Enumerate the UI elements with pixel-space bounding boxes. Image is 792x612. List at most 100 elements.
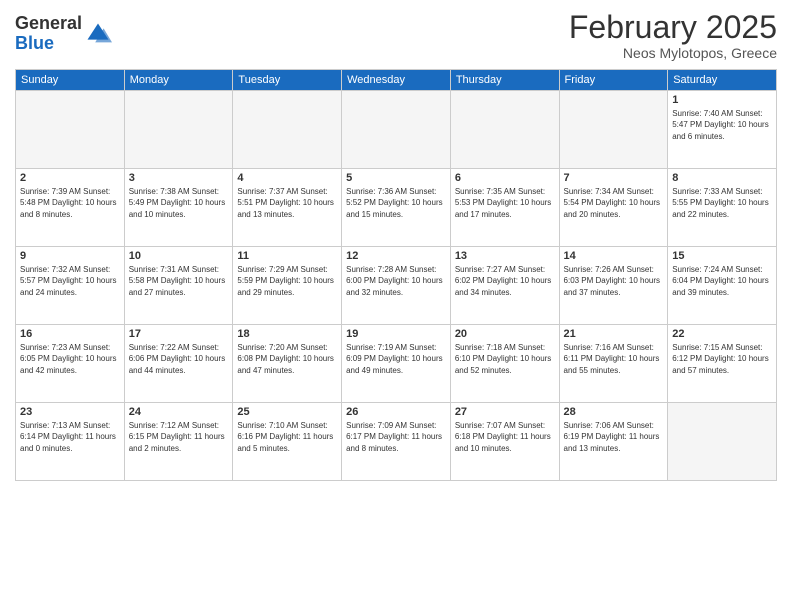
calendar-cell: 12 Sunrise: 7:28 AM Sunset: 6:00 PM Dayli…	[342, 247, 451, 325]
day-info: Sunrise: 7:33 AM Sunset: 5:55 PM Dayligh…	[672, 186, 772, 220]
day-number: 22	[672, 328, 772, 340]
day-number: 1	[672, 94, 772, 106]
day-info: Sunrise: 7:06 AM Sunset: 6:19 PM Dayligh…	[564, 420, 664, 454]
day-info: Sunrise: 7:31 AM Sunset: 5:58 PM Dayligh…	[129, 264, 229, 298]
calendar-cell: 13 Sunrise: 7:27 AM Sunset: 6:02 PM Dayli…	[450, 247, 559, 325]
week-row-3: 9Sunrise: 7:32 AM Sunset: 5:57 PM Daylig…	[16, 247, 777, 325]
calendar-cell: 2 Sunrise: 7:39 AM Sunset: 5:48 PM Daylig…	[16, 169, 125, 247]
month-year: February 2025	[569, 10, 777, 45]
day-number: 24	[129, 406, 229, 418]
logo-icon	[84, 20, 112, 48]
weekday-header-friday: Friday	[559, 70, 668, 91]
calendar-cell: 18 Sunrise: 7:20 AM Sunset: 6:08 PM Dayli…	[233, 325, 342, 403]
day-number: 3	[129, 172, 229, 184]
week-row-5: 23Sunrise: 7:13 AM Sunset: 6:14 PM Dayli…	[16, 403, 777, 481]
logo: General Blue	[15, 14, 112, 54]
title-block: February 2025 Neos Mylotopos, Greece	[569, 10, 777, 61]
weekday-header-sunday: Sunday	[16, 70, 125, 91]
calendar-cell: 21 Sunrise: 7:16 AM Sunset: 6:11 PM Dayli…	[559, 325, 668, 403]
day-info: Sunrise: 7:40 AM Sunset: 5:47 PM Dayligh…	[672, 108, 772, 142]
calendar: SundayMondayTuesdayWednesdayThursdayFrid…	[15, 69, 777, 481]
day-number: 28	[564, 406, 664, 418]
day-number: 27	[455, 406, 555, 418]
day-number: 19	[346, 328, 446, 340]
day-info: Sunrise: 7:07 AM Sunset: 6:18 PM Dayligh…	[455, 420, 555, 454]
calendar-cell: 11 Sunrise: 7:29 AM Sunset: 5:59 PM Dayli…	[233, 247, 342, 325]
week-row-2: 2 Sunrise: 7:39 AM Sunset: 5:48 PM Daylig…	[16, 169, 777, 247]
page-container: General Blue February 2025 Neos Mylotopo…	[0, 0, 792, 612]
calendar-cell: 23Sunrise: 7:13 AM Sunset: 6:14 PM Dayli…	[16, 403, 125, 481]
day-number: 2	[20, 172, 120, 184]
calendar-cell	[342, 91, 451, 169]
day-number: 20	[455, 328, 555, 340]
day-info: Sunrise: 7:28 AM Sunset: 6:00 PM Dayligh…	[346, 264, 446, 298]
day-number: 16	[20, 328, 120, 340]
weekday-header-thursday: Thursday	[450, 70, 559, 91]
weekday-header-row: SundayMondayTuesdayWednesdayThursdayFrid…	[16, 70, 777, 91]
calendar-cell	[450, 91, 559, 169]
day-number: 18	[237, 328, 337, 340]
calendar-cell: 26Sunrise: 7:09 AM Sunset: 6:17 PM Dayli…	[342, 403, 451, 481]
day-info: Sunrise: 7:32 AM Sunset: 5:57 PM Dayligh…	[20, 264, 120, 298]
day-info: Sunrise: 7:18 AM Sunset: 6:10 PM Dayligh…	[455, 342, 555, 376]
day-number: 4	[237, 172, 337, 184]
day-info: Sunrise: 7:35 AM Sunset: 5:53 PM Dayligh…	[455, 186, 555, 220]
day-info: Sunrise: 7:26 AM Sunset: 6:03 PM Dayligh…	[564, 264, 664, 298]
calendar-cell: 5 Sunrise: 7:36 AM Sunset: 5:52 PM Daylig…	[342, 169, 451, 247]
day-number: 5	[346, 172, 446, 184]
calendar-cell: 19 Sunrise: 7:19 AM Sunset: 6:09 PM Dayli…	[342, 325, 451, 403]
calendar-cell: 16 Sunrise: 7:23 AM Sunset: 6:05 PM Dayli…	[16, 325, 125, 403]
logo-general: General	[15, 13, 82, 33]
day-info: Sunrise: 7:22 AM Sunset: 6:06 PM Dayligh…	[129, 342, 229, 376]
day-info: Sunrise: 7:16 AM Sunset: 6:11 PM Dayligh…	[564, 342, 664, 376]
calendar-cell	[16, 91, 125, 169]
day-number: 17	[129, 328, 229, 340]
day-number: 11	[237, 250, 337, 262]
day-info: Sunrise: 7:39 AM Sunset: 5:48 PM Dayligh…	[20, 186, 120, 220]
day-info: Sunrise: 7:37 AM Sunset: 5:51 PM Dayligh…	[237, 186, 337, 220]
day-info: Sunrise: 7:29 AM Sunset: 5:59 PM Dayligh…	[237, 264, 337, 298]
calendar-cell	[233, 91, 342, 169]
calendar-cell	[559, 91, 668, 169]
calendar-cell: 6Sunrise: 7:35 AM Sunset: 5:53 PM Daylig…	[450, 169, 559, 247]
calendar-cell: 4 Sunrise: 7:37 AM Sunset: 5:51 PM Daylig…	[233, 169, 342, 247]
day-number: 26	[346, 406, 446, 418]
calendar-cell: 28 Sunrise: 7:06 AM Sunset: 6:19 PM Dayli…	[559, 403, 668, 481]
day-info: Sunrise: 7:19 AM Sunset: 6:09 PM Dayligh…	[346, 342, 446, 376]
day-number: 12	[346, 250, 446, 262]
calendar-cell: 1 Sunrise: 7:40 AM Sunset: 5:47 PM Daylig…	[668, 91, 777, 169]
day-number: 15	[672, 250, 772, 262]
calendar-cell: 7 Sunrise: 7:34 AM Sunset: 5:54 PM Daylig…	[559, 169, 668, 247]
weekday-header-saturday: Saturday	[668, 70, 777, 91]
calendar-cell: 25Sunrise: 7:10 AM Sunset: 6:16 PM Dayli…	[233, 403, 342, 481]
day-number: 14	[564, 250, 664, 262]
day-info: Sunrise: 7:34 AM Sunset: 5:54 PM Dayligh…	[564, 186, 664, 220]
calendar-cell: 20 Sunrise: 7:18 AM Sunset: 6:10 PM Dayli…	[450, 325, 559, 403]
day-number: 7	[564, 172, 664, 184]
logo-blue: Blue	[15, 33, 54, 53]
calendar-cell	[668, 403, 777, 481]
day-info: Sunrise: 7:10 AM Sunset: 6:16 PM Dayligh…	[237, 420, 337, 454]
day-info: Sunrise: 7:27 AM Sunset: 6:02 PM Dayligh…	[455, 264, 555, 298]
day-info: Sunrise: 7:20 AM Sunset: 6:08 PM Dayligh…	[237, 342, 337, 376]
calendar-cell	[124, 91, 233, 169]
day-number: 21	[564, 328, 664, 340]
calendar-cell: 8Sunrise: 7:33 AM Sunset: 5:55 PM Daylig…	[668, 169, 777, 247]
day-number: 13	[455, 250, 555, 262]
calendar-cell: 14 Sunrise: 7:26 AM Sunset: 6:03 PM Dayli…	[559, 247, 668, 325]
week-row-1: 1 Sunrise: 7:40 AM Sunset: 5:47 PM Daylig…	[16, 91, 777, 169]
day-info: Sunrise: 7:38 AM Sunset: 5:49 PM Dayligh…	[129, 186, 229, 220]
calendar-cell: 17 Sunrise: 7:22 AM Sunset: 6:06 PM Dayli…	[124, 325, 233, 403]
weekday-header-monday: Monday	[124, 70, 233, 91]
location: Neos Mylotopos, Greece	[569, 45, 777, 61]
day-info: Sunrise: 7:12 AM Sunset: 6:15 PM Dayligh…	[129, 420, 229, 454]
day-number: 23	[20, 406, 120, 418]
calendar-cell: 24 Sunrise: 7:12 AM Sunset: 6:15 PM Dayli…	[124, 403, 233, 481]
day-info: Sunrise: 7:23 AM Sunset: 6:05 PM Dayligh…	[20, 342, 120, 376]
day-info: Sunrise: 7:36 AM Sunset: 5:52 PM Dayligh…	[346, 186, 446, 220]
header: General Blue February 2025 Neos Mylotopo…	[15, 10, 777, 61]
day-info: Sunrise: 7:24 AM Sunset: 6:04 PM Dayligh…	[672, 264, 772, 298]
calendar-cell: 3 Sunrise: 7:38 AM Sunset: 5:49 PM Daylig…	[124, 169, 233, 247]
calendar-cell: 22Sunrise: 7:15 AM Sunset: 6:12 PM Dayli…	[668, 325, 777, 403]
calendar-cell: 9Sunrise: 7:32 AM Sunset: 5:57 PM Daylig…	[16, 247, 125, 325]
